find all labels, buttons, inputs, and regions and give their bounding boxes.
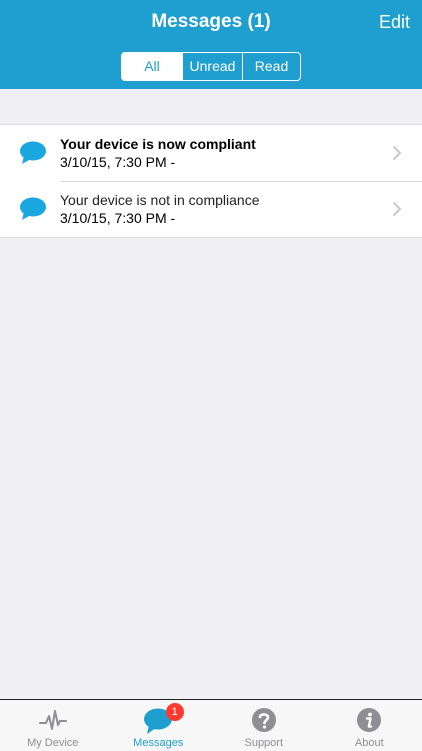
nav-header: Messages (1) Edit All Unread Read [0, 0, 422, 89]
pulse-icon [38, 707, 68, 735]
tab-my-device[interactable]: My Device [0, 700, 106, 751]
edit-button[interactable]: Edit [379, 0, 410, 44]
tab-support[interactable]: Support [211, 700, 317, 751]
tab-label: About [317, 737, 422, 749]
chat-bubble-icon [19, 197, 47, 221]
tab-messages[interactable]: 1 Messages [106, 700, 212, 751]
message-title: Your device is not in compliance [60, 192, 260, 208]
chevron-right-icon [392, 145, 402, 161]
message-date: 3/10/15, 7:30 PM - [60, 210, 175, 226]
message-row-compliant[interactable]: Your device is now compliant 3/10/15, 7:… [0, 125, 422, 181]
tab-label: Support [211, 737, 317, 749]
page-title: Messages (1) [0, 0, 422, 44]
message-title: Your device is now compliant [60, 136, 256, 152]
bottom-tab-bar: My Device 1 Messages Support About [0, 699, 422, 751]
chevron-right-icon [392, 201, 402, 217]
message-date: 3/10/15, 7:30 PM - [60, 154, 175, 170]
message-list: Your device is now compliant 3/10/15, 7:… [0, 124, 422, 238]
question-icon [249, 707, 279, 735]
unread-count-badge: 1 [166, 703, 184, 721]
chat-bubble-icon [19, 141, 47, 165]
info-icon [354, 707, 384, 735]
message-row-not-compliant[interactable]: Your device is not in compliance 3/10/15… [0, 181, 422, 237]
message-filter-segmented-control: All Unread Read [121, 52, 301, 81]
tab-about[interactable]: About [317, 700, 422, 751]
filter-read-segment[interactable]: Read [242, 53, 300, 80]
tab-label: My Device [0, 737, 106, 749]
tab-label: Messages [106, 737, 212, 749]
filter-unread-segment[interactable]: Unread [182, 53, 242, 80]
filter-all-segment[interactable]: All [122, 53, 182, 80]
